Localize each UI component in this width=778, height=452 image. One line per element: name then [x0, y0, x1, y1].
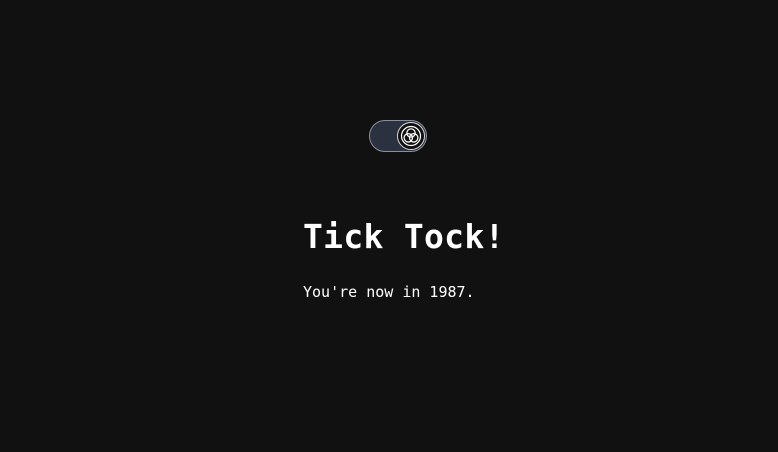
toggle-knob[interactable]: [397, 122, 425, 150]
theme-toggle-switch[interactable]: [369, 120, 427, 152]
year-message: You're now in 1987.: [303, 283, 475, 301]
page-title: Tick Tock!: [303, 217, 505, 256]
message-area: Tick Tock! You're now in 1987.: [303, 214, 603, 302]
triquetra-icon: [400, 125, 422, 147]
